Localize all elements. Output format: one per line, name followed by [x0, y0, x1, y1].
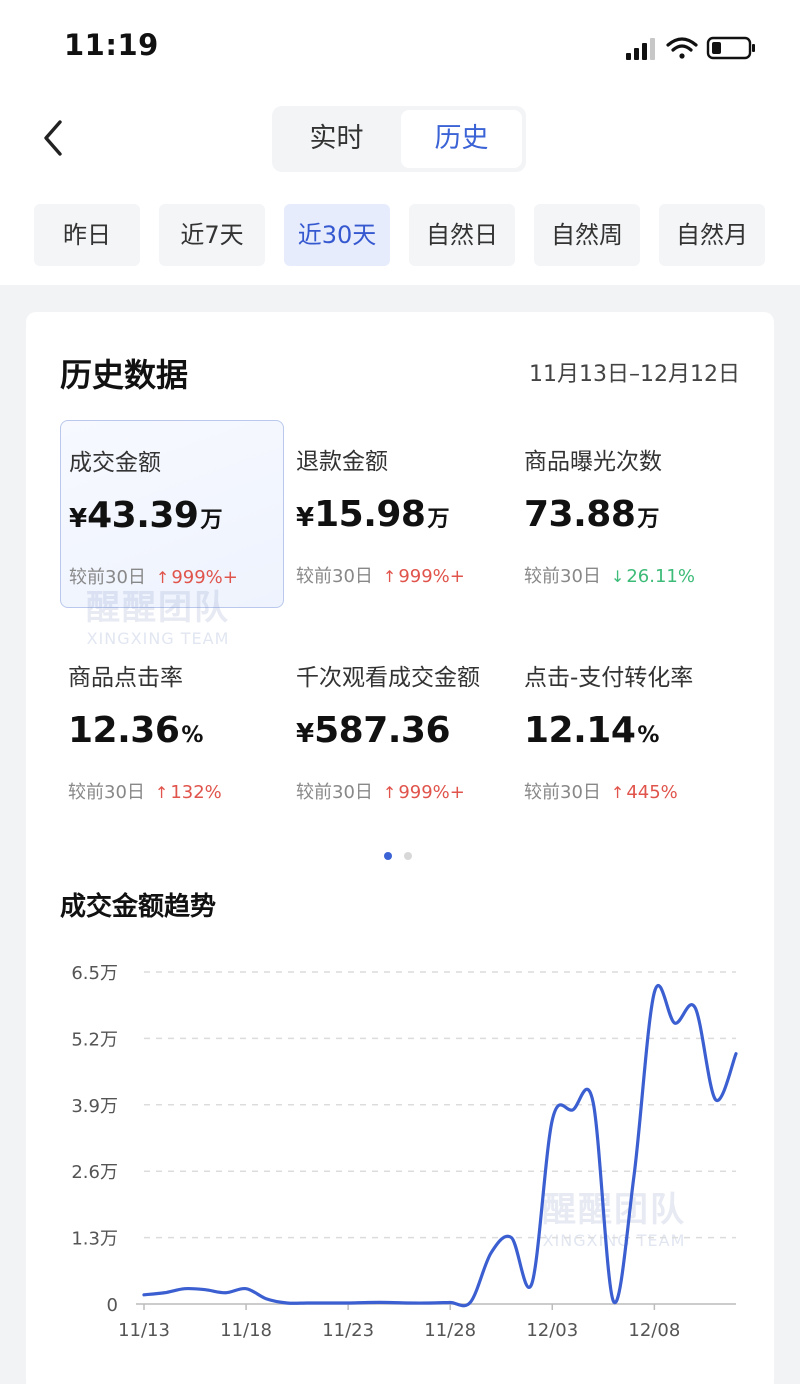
tab-realtime[interactable]: 实时	[276, 110, 397, 168]
arrow-down-icon: ↓	[610, 567, 625, 586]
y-tick-label: 6.5万	[71, 963, 118, 984]
metric-compare: 较前30日 ↑ 999%+	[296, 782, 465, 803]
status-time: 11:19	[64, 28, 159, 62]
x-tick-label: 11/13	[118, 1320, 170, 1341]
filter-natural-week[interactable]: 自然周	[534, 204, 640, 266]
chart-svg: 0 1.3万 2.6万 3.9万 5.2万 6.5万 11/13 11/18 11/23 11/2…	[71, 963, 738, 1341]
arrow-up-icon: ↑	[382, 567, 397, 586]
metric-value: ¥587.36	[296, 710, 451, 751]
filter-natural-month[interactable]: 自然月	[659, 204, 765, 266]
metric-compare: 较前30日 ↑ 999%+	[69, 567, 238, 588]
metric-label: 成交金额	[69, 450, 161, 476]
status-icons	[626, 36, 755, 60]
history-data-card: 历史数据 11月13日–12月12日 成交金额 ¥43.39万 较前30日 ↑ 99…	[26, 312, 774, 1384]
metric-label: 点击-支付转化率	[524, 665, 694, 691]
metric-label: 退款金额	[296, 449, 388, 475]
arrow-up-icon: ↑	[155, 568, 170, 587]
metric-label: 商品曝光次数	[524, 449, 662, 475]
y-tick-label: 1.3万	[71, 1229, 118, 1250]
pager-dot-active[interactable]	[384, 852, 392, 860]
arrow-up-icon: ↑	[382, 783, 397, 802]
x-tick-label: 11/28	[424, 1320, 476, 1341]
y-tick-label: 3.9万	[71, 1096, 118, 1117]
metric-compare: 较前30日 ↑ 445%	[524, 782, 678, 803]
mode-tabs: 实时 历史	[272, 106, 526, 172]
date-filter-bar: 昨日 近7天 近30天 自然日 自然周 自然月	[34, 204, 794, 266]
filter-yesterday[interactable]: 昨日	[34, 204, 140, 266]
y-tick-label: 5.2万	[71, 1029, 118, 1050]
filter-last-30-days[interactable]: 近30天	[284, 204, 390, 266]
battery-icon	[706, 36, 755, 60]
card-title: 历史数据	[60, 356, 189, 394]
header-area: 11:19 实时 历史 昨日 近7天 近30天 自然日 自然周 自然月	[0, 0, 800, 285]
series-line	[142, 983, 738, 1308]
metric-label: 商品点击率	[68, 665, 183, 691]
metric-value: 12.14%	[524, 710, 660, 751]
metric-click-pay-conversion[interactable]: 点击-支付转化率 12.14% 较前30日 ↑ 445%	[516, 636, 740, 824]
metric-gpm[interactable]: 千次观看成交金额 ¥587.36 较前30日 ↑ 999%+	[288, 636, 512, 824]
trend-title: 成交金额趋势	[60, 892, 217, 922]
metric-value: 73.88万	[524, 494, 660, 535]
date-range: 11月13日–12月12日	[529, 362, 740, 387]
metric-value: ¥15.98万	[296, 494, 450, 535]
tab-history[interactable]: 历史	[401, 110, 522, 168]
metric-compare: 较前30日 ↑ 132%	[68, 782, 222, 803]
metric-impressions[interactable]: 商品曝光次数 73.88万 较前30日 ↓ 26.11%	[516, 420, 740, 608]
metric-compare: 较前30日 ↑ 999%+	[296, 566, 465, 587]
metric-compare: 较前30日 ↓ 26.11%	[524, 566, 695, 587]
metric-click-rate[interactable]: 商品点击率 12.36% 较前30日 ↑ 132%	[60, 636, 284, 824]
x-tick-label: 11/18	[220, 1320, 272, 1341]
x-tick-label: 12/03	[526, 1320, 578, 1341]
x-tick-label: 12/08	[628, 1320, 680, 1341]
status-bar: 11:19	[0, 0, 800, 96]
x-tick-label: 11/23	[322, 1320, 374, 1341]
metric-value: ¥43.39万	[69, 495, 223, 536]
back-icon[interactable]	[36, 118, 76, 158]
filter-natural-day[interactable]: 自然日	[409, 204, 515, 266]
arrow-up-icon: ↑	[154, 783, 169, 802]
arrow-up-icon: ↑	[610, 783, 625, 802]
pager-dot[interactable]	[404, 852, 412, 860]
metric-refund[interactable]: 退款金额 ¥15.98万 较前30日 ↑ 999%+	[288, 420, 512, 608]
filter-last-7-days[interactable]: 近7天	[159, 204, 265, 266]
y-tick-label: 2.6万	[71, 1162, 118, 1183]
y-tick-label: 0	[107, 1295, 118, 1316]
gmv-trend-chart: 0 1.3万 2.6万 3.9万 5.2万 6.5万 11/13 11/18 11/23 11/2…	[26, 942, 774, 1362]
wifi-icon	[666, 37, 698, 59]
signal-icon	[626, 38, 655, 60]
metric-gmv[interactable]: 成交金额 ¥43.39万 较前30日 ↑ 999%+	[60, 420, 284, 608]
metric-label: 千次观看成交金额	[296, 665, 480, 691]
pager-dots	[382, 852, 418, 862]
metric-value: 12.36%	[68, 710, 204, 751]
